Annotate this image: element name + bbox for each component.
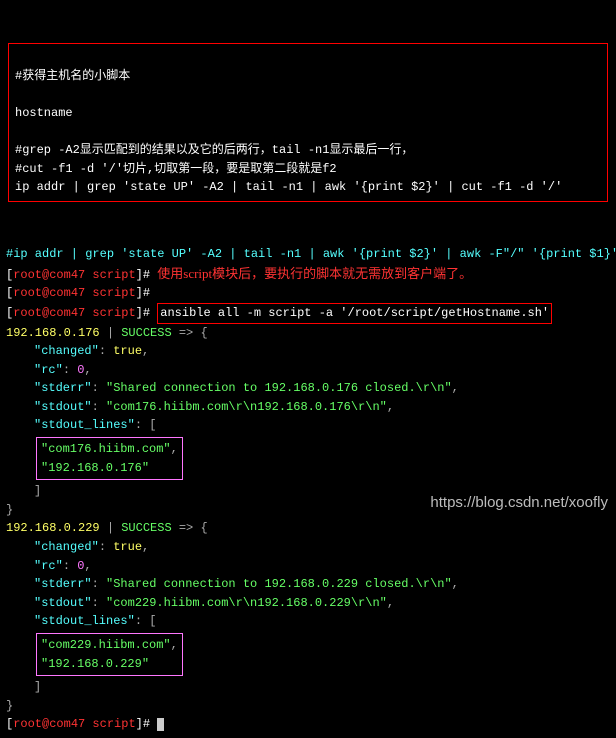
ip-addr-comment: #ip addr | grep 'state UP' -A2 | tail -n… [6,247,616,261]
result1-header: 192.168.0.176 | SUCCESS => { [6,326,208,340]
result2-lines-box: "com229.hiibm.com", "192.168.0.229" [36,633,183,676]
prompt-line-3: [root@com47 script]# [6,306,150,320]
result1-close-obj: } [6,503,13,517]
comment-grep: #grep -A2显示匹配到的结果以及它的后两行，tail -n1显示最后一行， [15,143,413,157]
ansible-command: ansible all -m script -a '/root/script/g… [160,306,549,320]
prompt-line-1: [root@com47 script]# [6,268,150,282]
comment-cut: #cut -f1 -d '/'切片,切取第一段，要是取第二段就是f2 [15,162,337,176]
annotation-text: 使用script模块后，要执行的脚本就无需放到客户端了。 [157,266,472,281]
script-content-box: #获得主机名的小脚本 hostname #grep -A2显示匹配到的结果以及它… [8,43,608,202]
result1-stderr: "stderr": "Shared connection to 192.168.… [6,379,610,398]
cursor [157,718,164,731]
prompt-line-4[interactable]: [root@com47 script]# [6,717,150,731]
result1-changed: "changed": true, [6,342,610,361]
result2-stderr: "stderr": "Shared connection to 192.168.… [6,575,610,594]
script-title: #获得主机名的小脚本 [15,69,130,83]
result1-lines-box: "com176.hiibm.com", "192.168.0.176" [36,437,183,480]
result2-changed: "changed": true, [6,538,610,557]
result2-rc: "rc": 0, [6,557,610,576]
result1-rc: "rc": 0, [6,361,610,380]
pipeline: ip addr | grep 'state UP' -A2 | tail -n1… [15,180,562,194]
ansible-command-box: ansible all -m script -a '/root/script/g… [157,303,552,324]
result1-stdout-lines-key: "stdout_lines": [ [6,416,610,435]
hostname-cmd: hostname [15,106,73,120]
result1-stdout: "stdout": "com176.hiibm.com\r\n192.168.0… [6,398,610,417]
result2-close-array: ] [6,678,610,697]
watermark: https://blog.csdn.net/xoofly [430,494,608,511]
terminal[interactable]: #获得主机名的小脚本 hostname #grep -A2显示匹配到的结果以及它… [0,0,616,738]
result2-stdout-lines-key: "stdout_lines": [ [6,612,610,631]
result2-close-obj: } [6,699,13,713]
result2-header: 192.168.0.229 | SUCCESS => { [6,521,208,535]
result2-stdout: "stdout": "com229.hiibm.com\r\n192.168.0… [6,594,610,613]
prompt-line-2: [root@com47 script]# [6,286,150,300]
